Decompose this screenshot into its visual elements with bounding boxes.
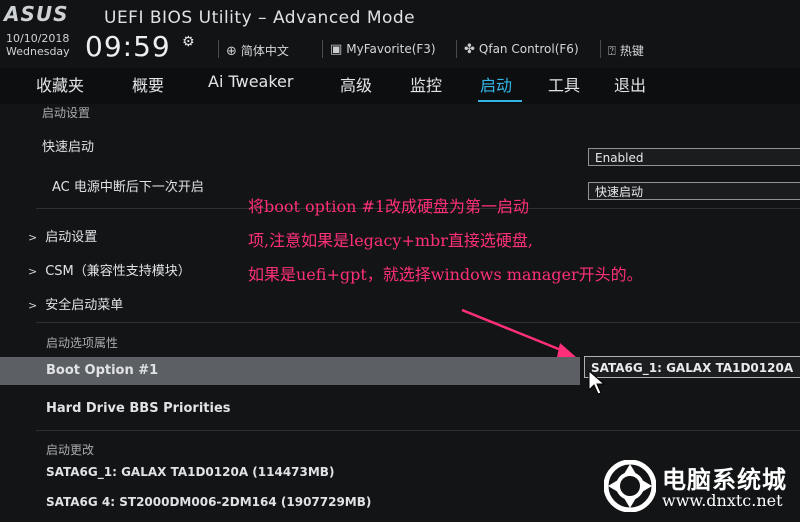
watermark-url: www.dnxtc.net <box>662 491 783 510</box>
watermark-logo-icon <box>604 460 656 512</box>
watermark-name: 电脑系统城 <box>662 466 787 494</box>
mouse-pointer-icon <box>588 370 606 395</box>
annotation-arrow <box>461 308 576 357</box>
